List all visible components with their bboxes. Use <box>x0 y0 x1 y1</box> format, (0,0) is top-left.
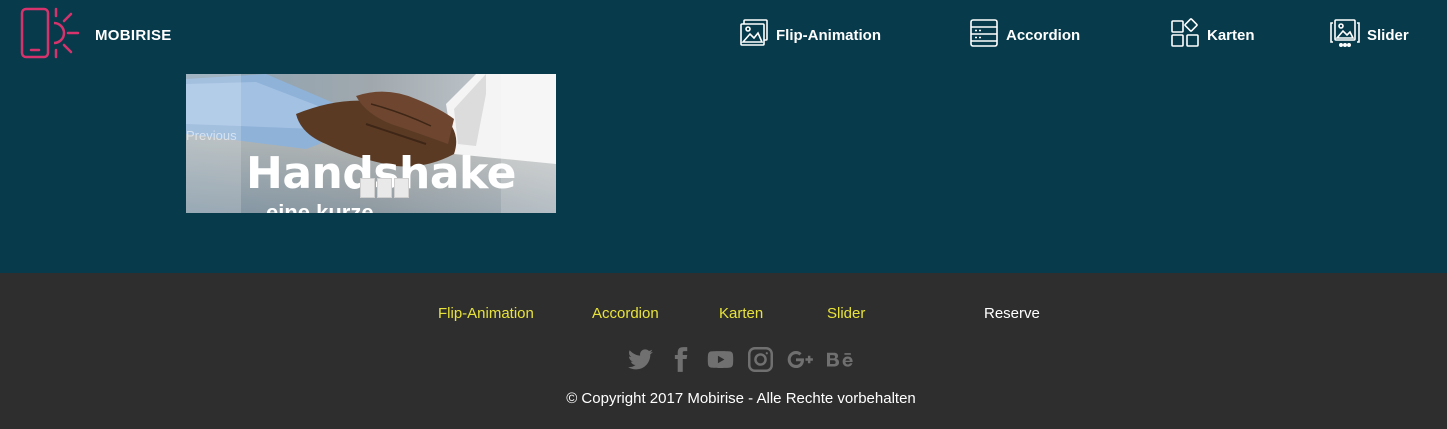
slider-indicators <box>360 178 409 198</box>
footer-link-reserve[interactable]: Reserve <box>984 305 1040 322</box>
image-gallery-icon <box>739 18 776 53</box>
footer: Flip-Animation Accordion Karten Slider R… <box>0 273 1447 429</box>
google-plus-icon[interactable] <box>787 346 814 373</box>
instagram-icon[interactable] <box>747 346 774 373</box>
nav-item-accordion[interactable]: Accordion <box>969 18 1081 53</box>
nav-item-karten[interactable]: Karten <box>1170 17 1255 53</box>
nav-item-flip-animation[interactable]: Flip-Animation <box>739 18 881 53</box>
header-section: MOBIRISE Flip-Animation Accordion Karten… <box>0 0 1447 273</box>
youtube-icon[interactable] <box>707 346 734 373</box>
nav-item-label: Accordion <box>1006 26 1081 44</box>
facebook-icon[interactable] <box>667 346 694 373</box>
footer-link-slider[interactable]: Slider <box>827 305 865 322</box>
brand-name[interactable]: MOBIRISE <box>95 27 172 44</box>
footer-link-flip-animation[interactable]: Flip-Animation <box>438 305 534 322</box>
footer-link-accordion[interactable]: Accordion <box>592 305 659 322</box>
server-list-icon <box>969 18 1006 53</box>
slider-prev-control[interactable]: Previous <box>186 74 241 213</box>
nav-item-label: Karten <box>1207 26 1255 44</box>
slider-indicator[interactable] <box>377 178 392 198</box>
slider-indicator[interactable] <box>360 178 375 198</box>
nav-item-label: Flip-Animation <box>776 26 881 44</box>
slider-indicator[interactable] <box>394 178 409 198</box>
image-slider-icon <box>1330 18 1367 53</box>
copyright-text: © Copyright 2017 Mobirise - Alle Rechte … <box>566 390 916 407</box>
social-links <box>627 346 867 373</box>
nav-item-slider[interactable]: Slider <box>1330 18 1409 53</box>
slider-prev-label: Previous <box>186 128 237 143</box>
behance-icon[interactable] <box>827 346 854 373</box>
image-slider[interactable]: Previous Handshake eine kurze <box>186 74 556 213</box>
nav-item-label: Slider <box>1367 26 1409 44</box>
grid-cards-icon <box>1170 17 1207 53</box>
twitter-icon[interactable] <box>627 346 654 373</box>
slide-subtitle: eine kurze <box>266 200 374 214</box>
brand[interactable]: MOBIRISE <box>20 7 172 64</box>
footer-link-karten[interactable]: Karten <box>719 305 763 322</box>
phone-sun-icon <box>20 7 82 64</box>
